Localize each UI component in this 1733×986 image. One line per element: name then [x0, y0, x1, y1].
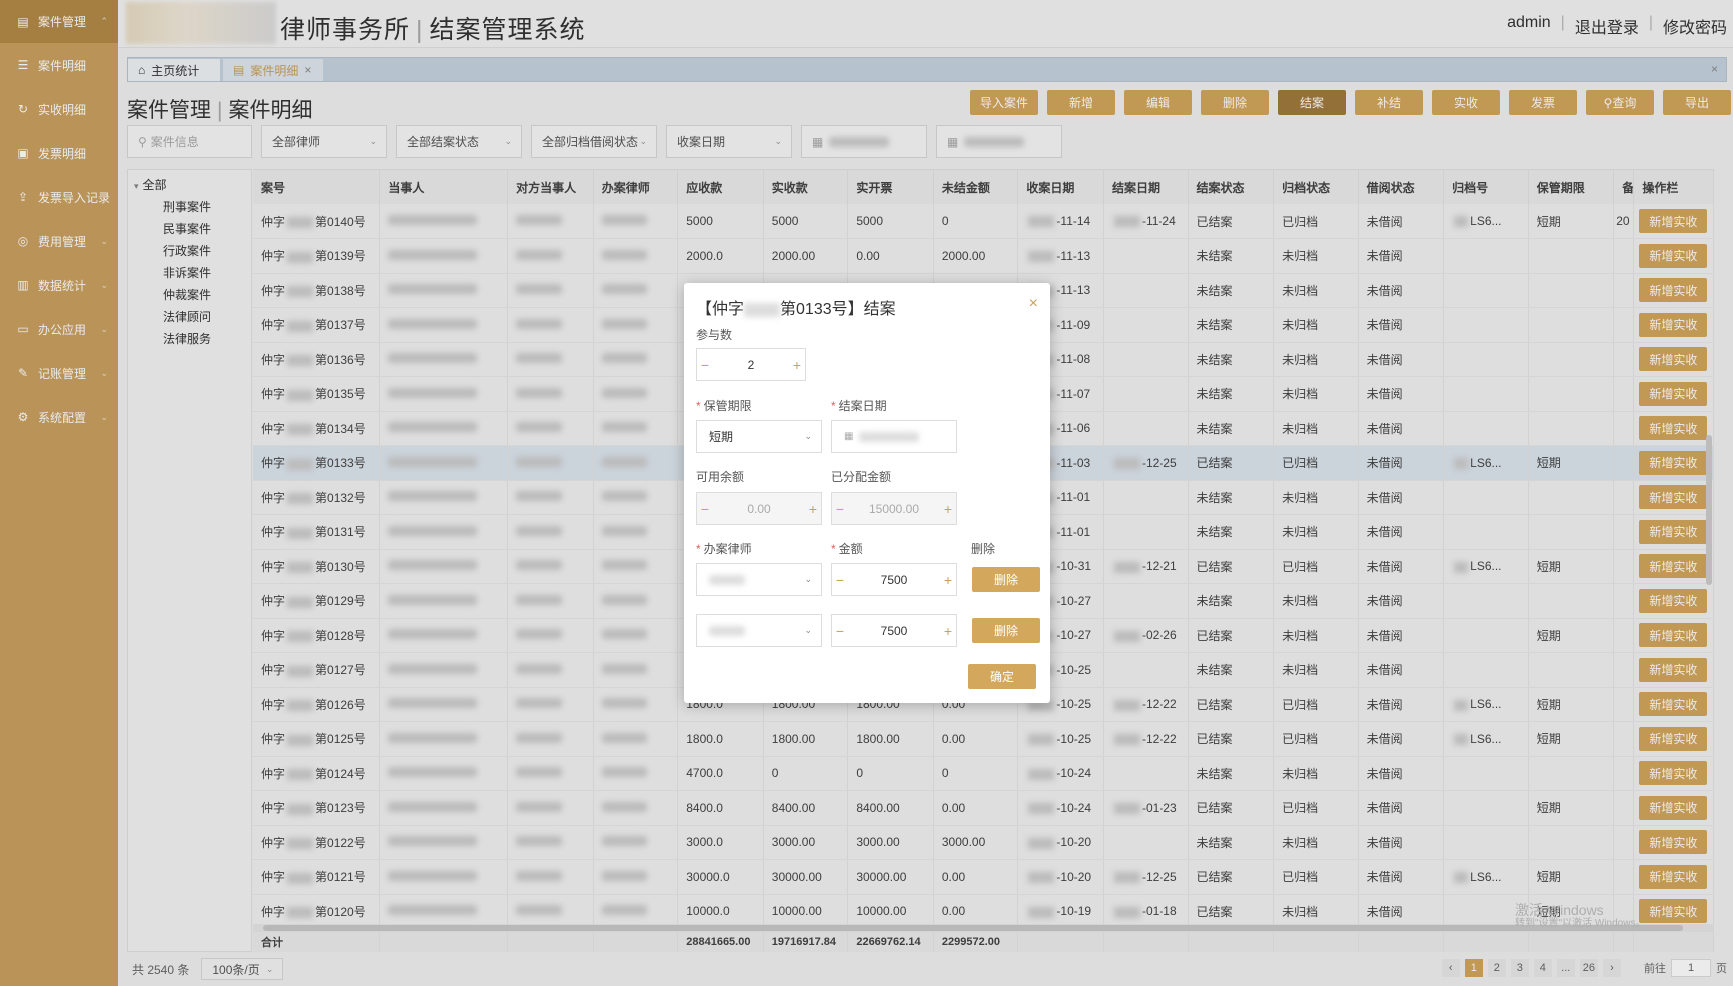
chevron-down-icon: ⌄ — [804, 625, 812, 635]
close-date-label-text: 结案日期 — [838, 399, 887, 413]
dialog-title: 【仲字 第0133号】结案 — [696, 295, 896, 319]
retention-value: 短期 — [709, 430, 734, 444]
allocated-stepper: − 15000.00 + — [831, 492, 957, 525]
amount-stepper-1[interactable]: − 7500 + — [831, 563, 957, 596]
confirm-button[interactable]: 确定 — [968, 664, 1036, 689]
participants-stepper[interactable]: − 2 + — [696, 348, 806, 381]
close-date-label: * 结案日期 — [831, 399, 887, 413]
amount-stepper-2[interactable]: − 7500 + — [831, 614, 957, 647]
delete-column-label: 删除 — [971, 542, 996, 556]
plus-icon[interactable]: + — [789, 357, 805, 373]
lawyer-select-2[interactable]: ⌄ — [696, 614, 822, 647]
amount-value-2: 7500 — [880, 623, 908, 638]
lawyer-label: * 办案律师 — [696, 542, 752, 556]
retention-select[interactable]: 短期 ⌄ — [696, 420, 822, 453]
retention-label-text: 保管期限 — [703, 399, 752, 413]
available-stepper: − 0.00 + — [696, 492, 822, 525]
minus-icon: − — [700, 500, 710, 517]
allocated-value: 15000.00 — [868, 501, 920, 516]
plus-icon[interactable]: + — [940, 572, 956, 588]
amount-label-text: 金额 — [838, 542, 863, 556]
lawyer-label-text: 办案律师 — [703, 542, 752, 556]
allocated-label: 已分配金额 — [831, 470, 892, 484]
lawyer-select-1[interactable]: ⌄ — [696, 563, 822, 596]
plus-icon: + — [808, 500, 818, 517]
chevron-down-icon: ⌄ — [804, 431, 812, 441]
chevron-down-icon: ⌄ — [804, 574, 812, 584]
retention-label: * 保管期限 — [696, 399, 752, 413]
close-date-input[interactable]: ▦ — [831, 420, 957, 453]
close-icon[interactable]: × — [1029, 295, 1038, 313]
available-value: 0.00 — [747, 501, 771, 516]
minus-icon[interactable]: − — [832, 623, 848, 639]
available-label: 可用余额 — [696, 470, 745, 484]
minus-icon: − — [835, 500, 845, 517]
delete-button-2[interactable]: 删除 — [972, 618, 1040, 643]
participants-label: 参与数 — [696, 328, 733, 342]
participants-value: 2 — [747, 357, 755, 372]
calendar-icon: ▦ — [844, 431, 854, 442]
minus-icon[interactable]: − — [697, 357, 713, 373]
dialog-title-suffix: 第0133号】结案 — [780, 301, 896, 318]
plus-icon[interactable]: + — [940, 623, 956, 639]
dialog-title-prefix: 【仲字 — [696, 301, 745, 318]
amount-label: * 金额 — [831, 542, 863, 556]
minus-icon[interactable]: − — [832, 572, 848, 588]
amount-value-1: 7500 — [880, 572, 908, 587]
plus-icon: + — [943, 500, 953, 517]
close-case-dialog: 【仲字 第0133号】结案 × 参与数 − 2 + * 保管期限 短期 ⌄ * 结案日期 ▦… — [684, 283, 1050, 703]
delete-button-1[interactable]: 删除 — [972, 567, 1040, 592]
